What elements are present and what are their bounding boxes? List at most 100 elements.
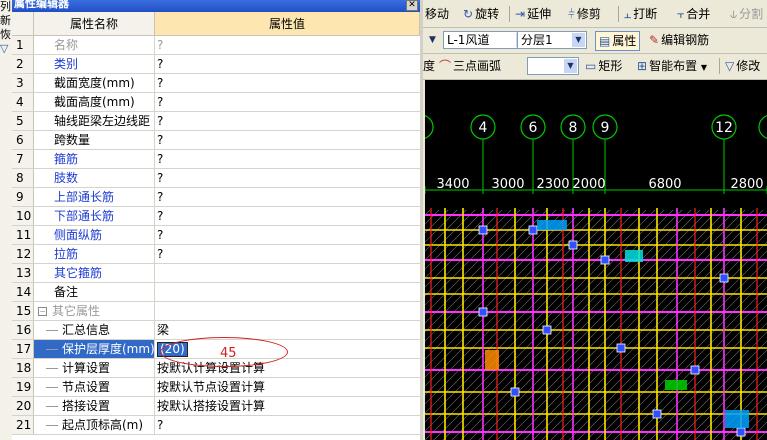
property-value-cell[interactable]: ? xyxy=(155,416,420,434)
merge-button[interactable]: ⫟ 合并 xyxy=(677,5,710,23)
property-row[interactable]: 1 名称? xyxy=(12,36,420,55)
column-header-name[interactable]: 属性名称 xyxy=(34,12,155,36)
property-value[interactable]: ? xyxy=(157,171,163,185)
property-row[interactable]: 19 节点设置 按默认节点设置计算 xyxy=(12,378,420,397)
property-name: 上部通长筋 xyxy=(54,190,115,204)
property-value-cell[interactable]: ? xyxy=(155,131,420,149)
extend-button[interactable]: ⇥ 延伸 xyxy=(515,5,551,23)
property-value-cell[interactable]: ? xyxy=(155,112,420,130)
property-value-cell[interactable]: ? xyxy=(155,188,420,206)
modify-button[interactable]: ▽ 修改 xyxy=(725,57,760,75)
property-value-cell[interactable]: ? xyxy=(155,169,420,187)
property-row[interactable]: 6 跨数量? xyxy=(12,131,420,150)
property-row[interactable]: 8 肢数? xyxy=(12,169,420,188)
property-name-cell[interactable]: 计算设置 xyxy=(34,359,155,377)
property-value-cell[interactable]: 按默认节点设置计算 xyxy=(155,378,420,396)
edit-rebar-button[interactable]: ✎ 编辑钢筋 xyxy=(649,31,709,49)
property-row[interactable]: 20 搭接设置 按默认搭接设置计算 xyxy=(12,397,420,416)
trim-button[interactable]: ⫩ 修剪 xyxy=(568,5,601,23)
property-value-cell[interactable]: ? xyxy=(155,226,420,244)
property-value-cell[interactable] xyxy=(155,283,420,301)
rectangle-button[interactable]: ▭ 矩形 xyxy=(585,57,622,75)
property-value-cell[interactable]: 按默认搭接设置计算 xyxy=(155,397,420,415)
collapse-toggle-icon[interactable]: − xyxy=(38,307,47,316)
layer-select[interactable]: 分层1 ▼ xyxy=(517,31,587,49)
property-value[interactable]: ? xyxy=(157,76,163,90)
property-name-cell[interactable]: 保护层厚度(mm) xyxy=(34,340,155,358)
property-name-cell[interactable]: 轴线距梁左边线距 xyxy=(34,112,155,130)
property-name-cell[interactable]: 节点设置 xyxy=(34,378,155,396)
property-name-cell[interactable]: 肢数 xyxy=(34,169,155,187)
property-value-cell[interactable]: ? xyxy=(155,36,420,54)
property-value-cell[interactable]: ? xyxy=(155,207,420,225)
property-value[interactable]: ? xyxy=(157,209,163,223)
property-value[interactable]: ? xyxy=(157,38,163,52)
draw-mode-select[interactable]: ▼ xyxy=(527,57,579,75)
property-value[interactable]: ? xyxy=(157,152,163,166)
property-value[interactable]: ? xyxy=(157,95,163,109)
property-editor-titlebar[interactable]: 属性编辑器 ✕ xyxy=(12,0,420,12)
type-dropdown-arrow-icon[interactable]: ▼ xyxy=(429,31,436,49)
property-row[interactable]: 14 备注 xyxy=(12,283,420,302)
property-row[interactable]: 3 截面宽度(mm)? xyxy=(12,74,420,93)
property-name-cell[interactable]: 汇总信息 xyxy=(34,321,155,339)
property-name-cell[interactable]: 搭接设置 xyxy=(34,397,155,415)
move-button[interactable]: 移动 xyxy=(425,5,449,23)
property-row[interactable]: 21 起点顶标高(m)? xyxy=(12,416,420,435)
property-row[interactable]: 7 箍筋? xyxy=(12,150,420,169)
smart-layout-button[interactable]: ⊞ 智能布置 ▼ xyxy=(637,57,707,75)
property-value[interactable]: 按默认搭接设置计算 xyxy=(157,399,265,413)
property-row[interactable]: 2 类别? xyxy=(12,55,420,74)
property-value[interactable]: 梁 xyxy=(157,323,169,337)
property-value-cell[interactable]: ? xyxy=(155,245,420,263)
properties-button[interactable]: ▤ 属性 xyxy=(595,31,641,51)
edge-filter-icon[interactable]: ▽ xyxy=(0,42,12,56)
property-value-cell[interactable]: 梁 xyxy=(155,321,420,339)
property-name-cell[interactable]: 拉筋 xyxy=(34,245,155,263)
property-name-cell[interactable]: 箍筋 xyxy=(34,150,155,168)
property-value-cell[interactable]: ? xyxy=(155,150,420,168)
split-button[interactable]: ⫝ 分割 xyxy=(730,5,763,23)
property-name-cell[interactable]: 跨数量 xyxy=(34,131,155,149)
rotate-button[interactable]: ↻ 旋转 xyxy=(463,5,499,23)
property-name-cell[interactable]: 上部通长筋 xyxy=(34,188,155,206)
property-name-cell[interactable]: 名称 xyxy=(34,36,155,54)
property-name-cell[interactable]: 类别 xyxy=(34,55,155,73)
property-row[interactable]: 5 轴线距梁左边线距? xyxy=(12,112,420,131)
property-name-cell[interactable]: − 其它属性 xyxy=(34,302,155,320)
property-value-cell[interactable]: ? xyxy=(155,74,420,92)
cad-canvas[interactable]: 4 6 8 9 12 3400 3000 2300 2000 6800 2800 xyxy=(425,80,767,440)
property-value[interactable]: ? xyxy=(157,228,163,242)
row-number: 17 xyxy=(12,340,34,358)
property-name-cell[interactable]: 截面高度(mm) xyxy=(34,93,155,111)
property-value[interactable]: ? xyxy=(157,114,163,128)
close-button[interactable]: ✕ xyxy=(406,0,418,11)
property-name-cell[interactable]: 其它箍筋 xyxy=(34,264,155,282)
property-row[interactable]: 11 侧面纵筋? xyxy=(12,226,420,245)
property-row[interactable]: 12 拉筋? xyxy=(12,245,420,264)
column-header-value[interactable]: 属性值 xyxy=(155,12,420,36)
property-name-cell[interactable]: 下部通长筋 xyxy=(34,207,155,225)
property-value[interactable]: ? xyxy=(157,418,163,432)
property-value-cell[interactable] xyxy=(155,264,420,282)
property-value[interactable]: 按默认节点设置计算 xyxy=(157,380,265,394)
property-value[interactable]: ? xyxy=(157,133,163,147)
property-value[interactable]: ? xyxy=(157,190,163,204)
property-value-cell[interactable] xyxy=(155,302,420,320)
property-value-cell[interactable]: ? xyxy=(155,93,420,111)
property-value[interactable]: ? xyxy=(157,247,163,261)
property-row[interactable]: 9 上部通长筋? xyxy=(12,188,420,207)
property-row[interactable]: 15− 其它属性 xyxy=(12,302,420,321)
property-row[interactable]: 13 其它箍筋 xyxy=(12,264,420,283)
property-name-cell[interactable]: 备注 xyxy=(34,283,155,301)
property-name-cell[interactable]: 侧面纵筋 xyxy=(34,226,155,244)
three-point-arc-button[interactable]: ⌒ 三点画弧 xyxy=(439,57,501,75)
property-value-cell[interactable]: ? xyxy=(155,55,420,73)
property-row[interactable]: 4 截面高度(mm)? xyxy=(12,93,420,112)
three-point-arc-label: 三点画弧 xyxy=(453,59,502,73)
property-row[interactable]: 10 下部通长筋? xyxy=(12,207,420,226)
property-name-cell[interactable]: 截面宽度(mm) xyxy=(34,74,155,92)
break-button[interactable]: ⫠ 打断 xyxy=(624,5,657,23)
property-value[interactable]: ? xyxy=(157,57,163,71)
property-name-cell[interactable]: 起点顶标高(m) xyxy=(34,416,155,434)
